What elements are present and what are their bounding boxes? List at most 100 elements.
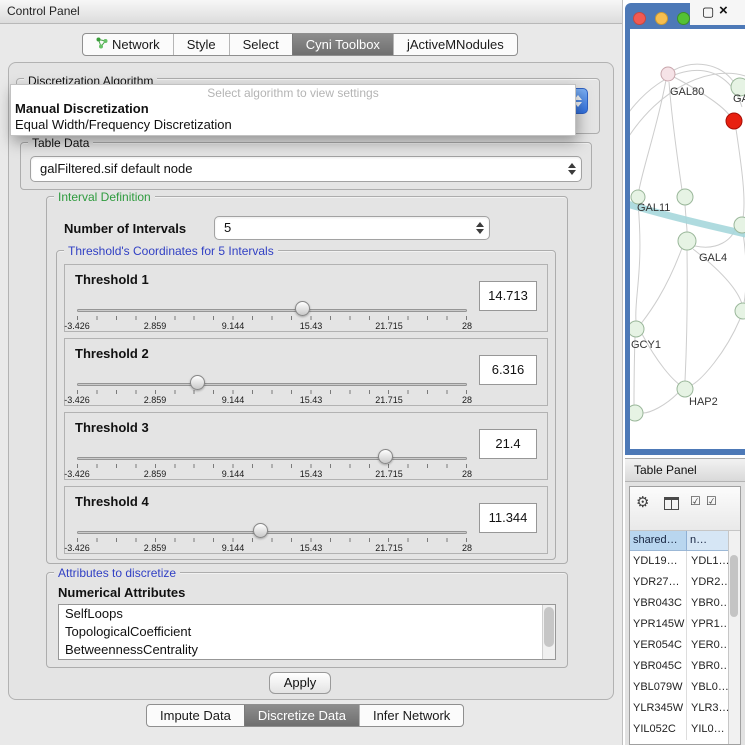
table-row[interactable]: YDL19…YDL1… [630,551,728,572]
threshold-panel: Threshold 3 21.4 -3.426 2.859 9.144 15.4… [64,412,548,480]
attributes-listbox: SelfLoops TopologicalCoefficient Between… [58,604,556,660]
table-row[interactable]: YDR27…YDR2… [630,572,728,593]
svg-text:HAP2: HAP2 [689,396,718,408]
network-canvas[interactable]: GAL80GAGAL11GAL4GCY1HAP2 [630,29,745,449]
columns-icon[interactable] [664,497,679,510]
panel-window-buttons: ▢ × [690,0,745,25]
close-traffic-light[interactable] [633,12,646,25]
table-panel-header: Table Panel [625,458,745,482]
tab-label: Infer Network [373,705,450,726]
table-scrollbar[interactable] [728,531,740,744]
threshold-value-field[interactable]: 11.344 [479,503,537,533]
num-intervals-combobox[interactable]: 5 [214,216,490,240]
popup-option-manual-discretization[interactable]: Manual Discretization [11,101,575,116]
table-row[interactable]: YBR043CYBR0… [630,593,728,614]
interval-definition-title: Interval Definition [54,190,155,204]
table-row[interactable]: YER054CYER0… [630,635,728,656]
numerical-attributes-label: Numerical Attributes [58,585,185,600]
popup-prompt: Select algorithm to view settings [11,86,575,100]
slider-track[interactable] [77,383,467,386]
tab-cyni-toolbox[interactable]: Cyni Toolbox [292,34,393,55]
cell: YIL052C [630,719,687,740]
checkbox-icon[interactable]: ☑ [706,494,717,508]
tab-network[interactable]: Network [83,34,173,55]
scale-tick-label: 28 [462,321,472,331]
svg-text:GA: GA [733,93,745,105]
minimize-traffic-light[interactable] [655,12,668,25]
slider-thumb[interactable] [295,301,310,316]
tab-label: Network [112,34,160,55]
threshold-panel: Threshold 1 14.713 -3.426 2.859 9.144 15… [64,264,548,332]
table-data-combobox[interactable]: galFiltered.sif default node [30,156,582,182]
float-window-icon[interactable]: ▢ [702,4,714,20]
table-scrollbar-thumb[interactable] [730,555,738,617]
scale-tick-label: 28 [462,543,472,553]
threshold-value-field[interactable]: 14.713 [479,281,537,311]
table-row[interactable]: YIL052CYIL0… [630,719,728,740]
tab-select[interactable]: Select [229,34,292,55]
apply-button[interactable]: Apply [269,672,331,694]
cell: YER0… [688,635,728,656]
tab-jactivemnodules[interactable]: jActiveMNodules [393,34,517,55]
threshold-value-field[interactable]: 21.4 [479,429,537,459]
list-item[interactable]: BetweennessCentrality [59,641,555,659]
cell: YLR3… [688,698,728,719]
tab-impute-data[interactable]: Impute Data [147,705,244,726]
cell: YDR27… [630,572,687,593]
scale-tick-label: 15.43 [300,321,323,331]
tab-label: Select [243,34,279,55]
table-panel: ⚙ ☑ ☑ shared… n… YDL19…YDL1… YDR27…YDR2…… [625,482,745,745]
slider-thumb[interactable] [378,449,393,464]
slider-track[interactable] [77,309,467,312]
combobox-stepper-icon [476,222,484,234]
table-panel-title: Table Panel [634,463,697,477]
cell: YDR2… [688,572,728,593]
column-header-name[interactable]: n… [687,531,728,551]
tab-style[interactable]: Style [173,34,229,55]
slider-ticks [77,390,467,394]
list-item[interactable]: SelfLoops [59,605,555,623]
close-window-icon[interactable]: × [719,2,728,19]
svg-text:GAL11: GAL11 [637,202,670,214]
slider-track[interactable] [77,531,467,534]
tab-infer-network[interactable]: Infer Network [359,705,463,726]
column-header-shared-name[interactable]: shared… [630,531,687,551]
slider-track[interactable] [77,457,467,460]
scale-tick-label: -3.426 [64,469,90,479]
scale-tick-label: 21.715 [375,543,403,553]
bottom-tabbar: Impute Data Discretize Data Infer Networ… [146,704,464,727]
table-toolbar: ⚙ ☑ ☑ [630,487,740,531]
slider-thumb[interactable] [190,375,205,390]
scale-tick-label: 28 [462,469,472,479]
cell: YBL079W [630,677,687,698]
cell: YPR1… [688,614,728,635]
num-intervals-value: 5 [224,217,231,239]
table-row[interactable]: YPR145WYPR1… [630,614,728,635]
tab-label: Impute Data [160,705,231,726]
list-item[interactable]: TopologicalCoefficient [59,623,555,641]
threshold-value-field[interactable]: 6.316 [479,355,537,385]
checkbox-icon[interactable]: ☑ [690,494,701,508]
list-scrollbar[interactable] [542,605,555,659]
tab-label: jActiveMNodules [407,34,504,55]
gear-icon[interactable]: ⚙ [636,493,649,511]
zoom-traffic-light[interactable] [677,12,690,25]
scale-tick-label: 21.715 [375,469,403,479]
scale-tick-label: 2.859 [144,469,167,479]
cell: YIL0… [688,719,728,740]
control-panel-title: Control Panel [7,4,80,18]
scale-tick-label: 21.715 [375,395,403,405]
table-row[interactable]: YBL079WYBL0… [630,677,728,698]
tab-label: Style [187,34,216,55]
list-scrollbar-thumb[interactable] [544,607,554,647]
table-row[interactable]: YLR345WYLR3… [630,698,728,719]
node-table: ⚙ ☑ ☑ shared… n… YDL19…YDL1… YDR27…YDR2…… [629,486,741,745]
popup-option-equal-width[interactable]: Equal Width/Frequency Discretization [11,117,575,132]
cell: YBR045C [630,656,687,677]
slider-thumb[interactable] [253,523,268,538]
scale-tick-label: 2.859 [144,321,167,331]
tab-discretize-data[interactable]: Discretize Data [244,705,359,726]
slider-ticks [77,538,467,542]
table-row[interactable]: YBR045CYBR0… [630,656,728,677]
slider-ticks [77,316,467,320]
